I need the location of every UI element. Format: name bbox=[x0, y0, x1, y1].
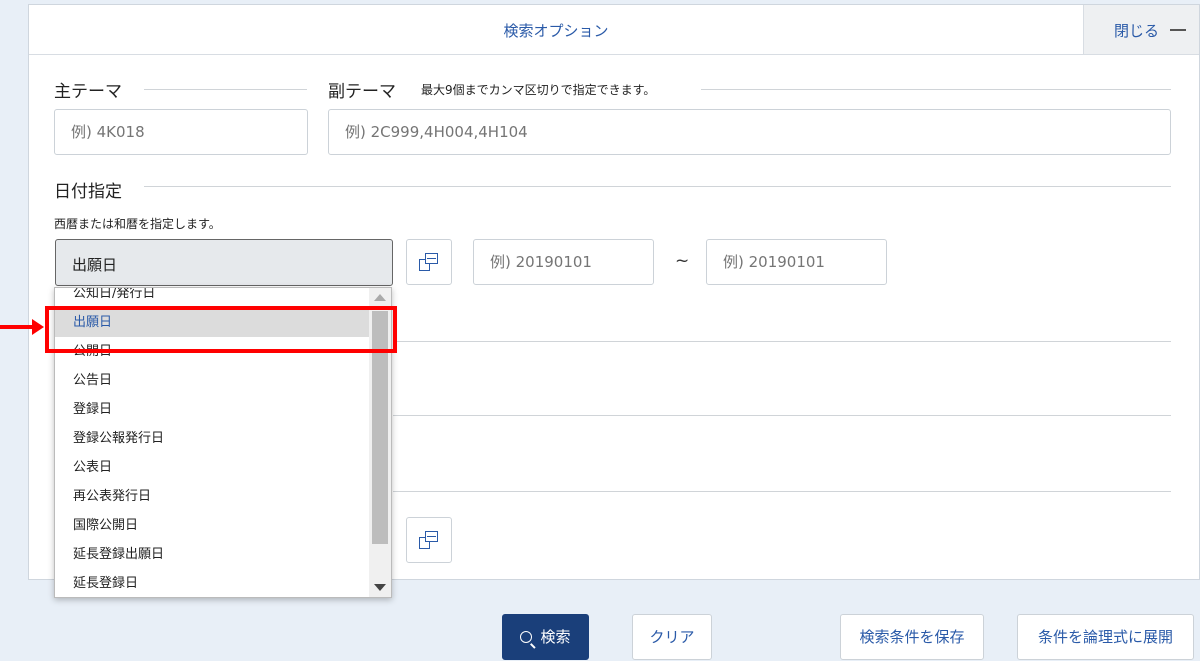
dropdown-option[interactable]: 登録日 bbox=[55, 395, 371, 424]
sub-theme-divider bbox=[701, 89, 1171, 90]
date-type-selected-value: 出願日 bbox=[72, 256, 118, 274]
clear-button[interactable]: クリア bbox=[632, 614, 712, 660]
sub-theme-input[interactable] bbox=[328, 109, 1171, 155]
expand-to-logic-label: 条件を論理式に展開 bbox=[1037, 628, 1173, 646]
scroll-down-arrow-icon[interactable] bbox=[374, 584, 386, 591]
calendar-button[interactable] bbox=[406, 517, 452, 563]
date-section-label: 日付指定 bbox=[54, 182, 122, 202]
dropdown-option[interactable]: 登録公報発行日 bbox=[55, 424, 371, 453]
annotation-arrow-head-icon bbox=[32, 319, 44, 335]
expand-to-logic-button[interactable]: 条件を論理式に展開 bbox=[1017, 614, 1194, 660]
panel-header: 検索オプション 閉じる bbox=[29, 5, 1199, 55]
dropdown-option[interactable]: 再公表発行日 bbox=[55, 482, 371, 511]
dropdown-option[interactable]: 公表日 bbox=[55, 453, 371, 482]
section-divider bbox=[393, 415, 1171, 416]
date-from-input[interactable] bbox=[473, 239, 654, 285]
sub-theme-label: 副テーマ bbox=[328, 82, 396, 102]
calendar-button[interactable] bbox=[406, 239, 452, 285]
dropdown-option[interactable]: 公知日/発行日 bbox=[55, 288, 371, 308]
dropdown-option[interactable]: 公告日 bbox=[55, 366, 371, 395]
main-theme-divider bbox=[144, 89, 307, 90]
date-section-divider bbox=[144, 186, 1171, 187]
date-hint: 西暦または和暦を指定します。 bbox=[54, 217, 221, 231]
minimize-icon bbox=[1170, 29, 1186, 31]
highlight-box bbox=[45, 306, 397, 353]
section-divider bbox=[393, 491, 1171, 492]
search-button-label: 検索 bbox=[540, 628, 571, 646]
sub-theme-hint: 最大9個までカンマ区切りで指定できます。 bbox=[421, 83, 656, 97]
save-conditions-label: 検索条件を保存 bbox=[859, 628, 965, 646]
date-type-select[interactable]: 出願日 bbox=[55, 239, 393, 286]
panel-title: 検索オプション bbox=[503, 22, 609, 40]
dropdown-option[interactable]: 延長登録日 bbox=[55, 569, 371, 597]
save-conditions-button[interactable]: 検索条件を保存 bbox=[840, 614, 984, 660]
section-divider bbox=[393, 341, 1171, 342]
date-to-input[interactable] bbox=[706, 239, 887, 285]
date-range-separator: ~ bbox=[675, 251, 690, 271]
main-theme-label: 主テーマ bbox=[54, 82, 122, 102]
scroll-up-arrow-icon[interactable] bbox=[374, 294, 386, 301]
dropdown-option[interactable]: 延長登録出願日 bbox=[55, 540, 371, 569]
dropdown-option[interactable]: 国際公開日 bbox=[55, 511, 371, 540]
close-label: 閉じる bbox=[1114, 22, 1160, 40]
annotation-arrow bbox=[0, 325, 34, 329]
search-button[interactable]: 検索 bbox=[502, 614, 589, 660]
search-icon bbox=[520, 631, 533, 643]
main-theme-input[interactable] bbox=[54, 109, 308, 155]
close-panel-button[interactable]: 閉じる bbox=[1083, 5, 1199, 54]
clear-button-label: クリア bbox=[649, 628, 695, 646]
